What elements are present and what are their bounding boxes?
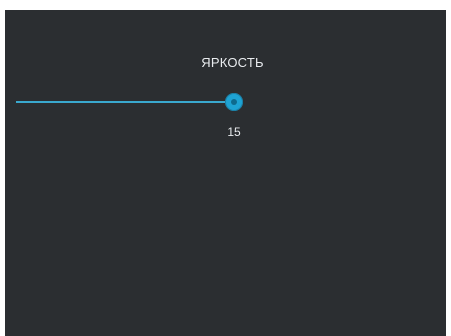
slider-track-fill[interactable] xyxy=(16,101,234,103)
slider-thumb-dot xyxy=(231,99,237,105)
brightness-screen: ЯРКОСТЬ 15 xyxy=(5,10,446,336)
slider-thumb[interactable] xyxy=(225,93,243,111)
brightness-slider[interactable] xyxy=(16,88,436,116)
brightness-title: ЯРКОСТЬ xyxy=(201,55,264,70)
brightness-value: 15 xyxy=(227,125,241,139)
